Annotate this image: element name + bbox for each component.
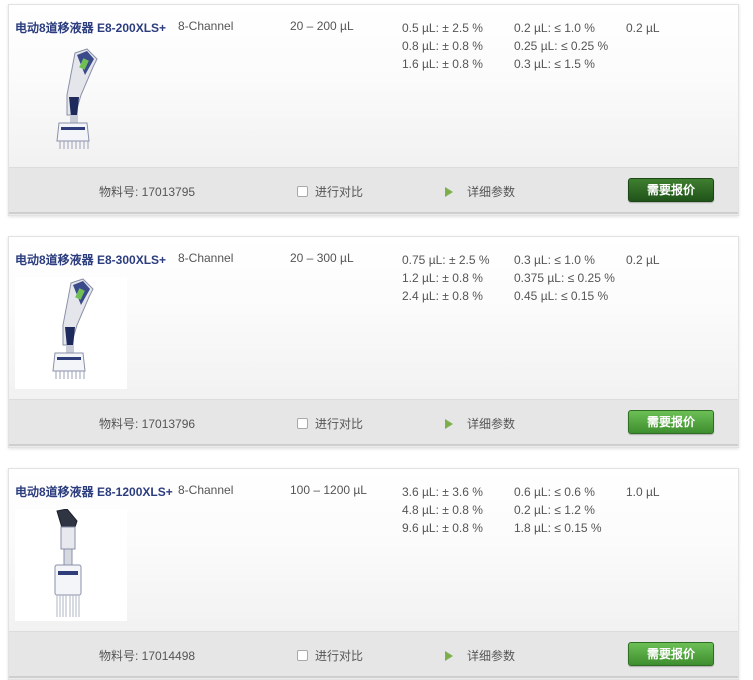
compare-checkbox[interactable]: [297, 186, 308, 197]
increment-value: 0.2 µL: [626, 21, 660, 35]
accuracy-value: 1.6 µL: ± 0.8 %: [402, 57, 483, 71]
product-image[interactable]: [15, 508, 127, 621]
compare-checkbox[interactable]: [297, 650, 308, 661]
electronic-pipette-icon: [54, 508, 82, 617]
accuracy-list: 0.5 µL: ± 2.5 % 0.8 µL: ± 0.8 % 1.6 µL: …: [402, 19, 483, 73]
product-card: 电动8道移液器 E8-300XLS+ 8-Channel 20 – 300 µL…: [8, 236, 739, 448]
product-card: 电动8道移液器 E8-1200XLS+ 8-Channel 100 – 1200…: [8, 468, 739, 680]
product-action-bar: 物料号: 17013795 进行对比 详细参数 需要报价: [9, 167, 738, 214]
compare-label[interactable]: 进行对比: [315, 185, 363, 199]
material-number: 物料号: 17014498: [99, 649, 196, 663]
product-title[interactable]: 电动8道移液器 E8-1200XLS+: [15, 483, 173, 500]
details-link[interactable]: 详细参数: [445, 647, 515, 664]
product-title[interactable]: 电动8道移液器 E8-300XLS+: [15, 251, 166, 268]
accuracy-value: 4.8 µL: ± 0.8 %: [402, 503, 483, 517]
product-action-bar: 物料号: 17013796 进行对比 详细参数 需要报价: [9, 399, 738, 446]
accuracy-list: 3.6 µL: ± 3.6 % 4.8 µL: ± 0.8 % 9.6 µL: …: [402, 483, 483, 537]
precision-list: 0.6 µL: ≤ 0.6 % 0.2 µL: ≤ 1.2 % 1.8 µL: …: [514, 483, 602, 537]
accuracy-value: 3.6 µL: ± 3.6 %: [402, 485, 483, 499]
play-arrow-icon: [445, 187, 453, 197]
channel-count: 8-Channel: [178, 483, 234, 497]
play-arrow-icon: [445, 419, 453, 429]
precision-value: 0.6 µL: ≤ 0.6 %: [514, 485, 595, 499]
details-link[interactable]: 详细参数: [445, 415, 515, 432]
accuracy-value: 0.8 µL: ± 0.8 %: [402, 39, 483, 53]
electronic-pipette-icon: [52, 278, 94, 379]
volume-range: 100 – 1200 µL: [290, 483, 367, 497]
details-link[interactable]: 详细参数: [445, 183, 515, 200]
volume-range: 20 – 300 µL: [290, 251, 354, 265]
channel-count: 8-Channel: [178, 19, 234, 33]
accuracy-value: 0.5 µL: ± 2.5 %: [402, 21, 483, 35]
accuracy-value: 9.6 µL: ± 0.8 %: [402, 521, 483, 535]
precision-value: 0.3 µL: ≤ 1.0 %: [514, 253, 595, 267]
product-image[interactable]: [15, 277, 127, 389]
increment-value: 1.0 µL: [626, 485, 660, 499]
details-label[interactable]: 详细参数: [467, 649, 515, 663]
play-arrow-icon: [445, 651, 453, 661]
details-label[interactable]: 详细参数: [467, 185, 515, 199]
compare-toggle[interactable]: 进行对比: [297, 415, 363, 432]
compare-toggle[interactable]: 进行对比: [297, 647, 363, 664]
precision-list: 0.2 µL: ≤ 1.0 % 0.25 µL: ≤ 0.25 % 0.3 µL…: [514, 19, 608, 73]
precision-value: 1.8 µL: ≤ 0.15 %: [514, 521, 602, 535]
product-action-bar: 物料号: 17014498 进行对比 详细参数 需要报价: [9, 631, 738, 678]
precision-value: 0.3 µL: ≤ 1.5 %: [514, 57, 595, 71]
volume-range: 20 – 200 µL: [290, 19, 354, 33]
precision-list: 0.3 µL: ≤ 1.0 % 0.375 µL: ≤ 0.25 % 0.45 …: [514, 251, 615, 305]
accuracy-value: 0.75 µL: ± 2.5 %: [402, 253, 490, 267]
details-label[interactable]: 详细参数: [467, 417, 515, 431]
accuracy-value: 1.2 µL: ± 0.8 %: [402, 271, 483, 285]
request-quote-button[interactable]: 需要报价: [628, 178, 714, 202]
increment-value: 0.2 µL: [626, 253, 660, 267]
material-number: 物料号: 17013796: [99, 417, 196, 431]
accuracy-list: 0.75 µL: ± 2.5 % 1.2 µL: ± 0.8 % 2.4 µL:…: [402, 251, 490, 305]
precision-value: 0.375 µL: ≤ 0.25 %: [514, 271, 615, 285]
product-title[interactable]: 电动8道移液器 E8-200XLS+: [15, 19, 166, 36]
compare-label[interactable]: 进行对比: [315, 417, 363, 431]
precision-value: 0.45 µL: ≤ 0.15 %: [514, 289, 609, 303]
precision-value: 0.2 µL: ≤ 1.2 %: [514, 503, 595, 517]
precision-value: 0.25 µL: ≤ 0.25 %: [514, 39, 609, 53]
request-quote-button[interactable]: 需要报价: [628, 410, 714, 434]
material-number: 物料号: 17013795: [99, 185, 196, 199]
compare-toggle[interactable]: 进行对比: [297, 183, 363, 200]
accuracy-value: 2.4 µL: ± 0.8 %: [402, 289, 483, 303]
compare-checkbox[interactable]: [297, 418, 308, 429]
channel-count: 8-Channel: [178, 251, 234, 265]
request-quote-button[interactable]: 需要报价: [628, 642, 714, 666]
product-card: 电动8道移液器 E8-200XLS+ 8-Channel 20 – 200 µL…: [8, 4, 739, 216]
precision-value: 0.2 µL: ≤ 1.0 %: [514, 21, 595, 35]
electronic-pipette-icon: [56, 48, 98, 149]
compare-label[interactable]: 进行对比: [315, 649, 363, 663]
product-image[interactable]: [15, 45, 127, 157]
